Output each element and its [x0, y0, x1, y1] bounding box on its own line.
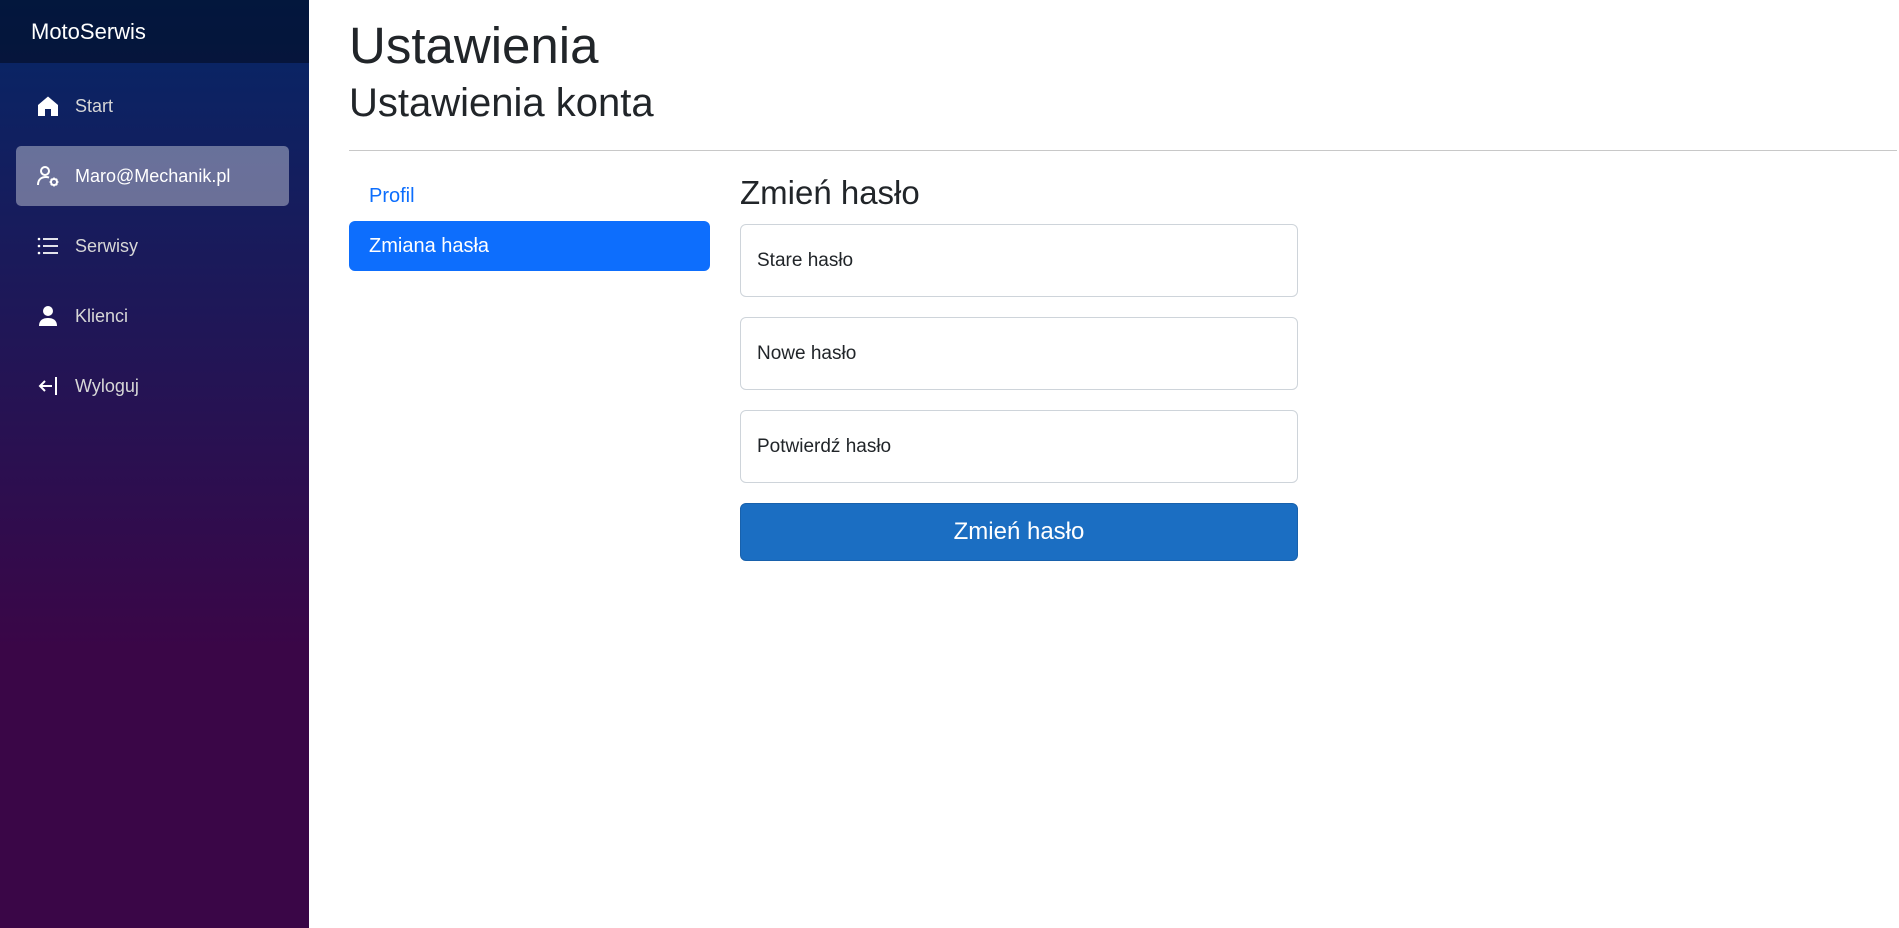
logout-icon [36, 374, 60, 398]
settings-content: Profil Zmiana hasła Zmień hasło Stare ha… [349, 171, 1899, 561]
home-icon [36, 94, 60, 118]
person-icon [36, 304, 60, 328]
section-title: Ustawienia konta [349, 81, 654, 125]
brand-bar: MotoSerwis [0, 0, 309, 63]
new-password-field[interactable]: Nowe hasło [740, 317, 1298, 390]
field-label: Nowe hasło [757, 342, 857, 364]
sidebar-nav: Start Maro@Mechanik.pl Serwisy Klienci W… [0, 63, 309, 416]
form-heading: Zmień hasło [740, 174, 920, 211]
sidebar: MotoSerwis Start Maro@Mechanik.pl Serwis… [0, 0, 309, 928]
user-gear-icon [36, 164, 60, 188]
sidebar-item-label: Klienci [75, 305, 129, 326]
settings-nav: Profil Zmiana hasła [349, 171, 710, 561]
sidebar-item-label: Serwisy [75, 235, 139, 256]
sidebar-item-wyloguj[interactable]: Wyloguj [16, 356, 289, 416]
settings-nav-zmiana-hasla[interactable]: Zmiana hasła [349, 221, 710, 271]
sidebar-item-label: Wyloguj [75, 375, 139, 396]
sidebar-item-klienci[interactable]: Klienci [16, 286, 289, 346]
sidebar-item-serwisy[interactable]: Serwisy [16, 216, 289, 276]
old-password-field[interactable]: Stare hasło [740, 224, 1298, 297]
sidebar-item-account[interactable]: Maro@Mechanik.pl [16, 146, 289, 206]
main-content: Ustawienia Ustawienia konta Profil Zmian… [309, 0, 1899, 928]
sidebar-item-start[interactable]: Start [16, 76, 289, 136]
field-label: Potwierdź hasło [757, 435, 892, 457]
app-root: MotoSerwis Start Maro@Mechanik.pl Serwis… [0, 0, 1899, 928]
list-icon [36, 234, 60, 258]
sidebar-item-label: Maro@Mechanik.pl [75, 165, 231, 186]
field-label: Stare hasło [757, 249, 854, 271]
page-title: Ustawienia [349, 17, 599, 74]
brand-link[interactable]: MotoSerwis [31, 19, 146, 45]
confirm-password-field[interactable]: Potwierdź hasło [740, 410, 1298, 483]
settings-nav-profil[interactable]: Profil [349, 171, 710, 221]
change-password-form: Zmień hasło Stare hasło Nowe hasło Potwi… [740, 171, 1298, 561]
sidebar-item-label: Start [75, 95, 114, 116]
divider [349, 150, 1897, 151]
change-password-button[interactable]: Zmień hasło [740, 503, 1298, 561]
